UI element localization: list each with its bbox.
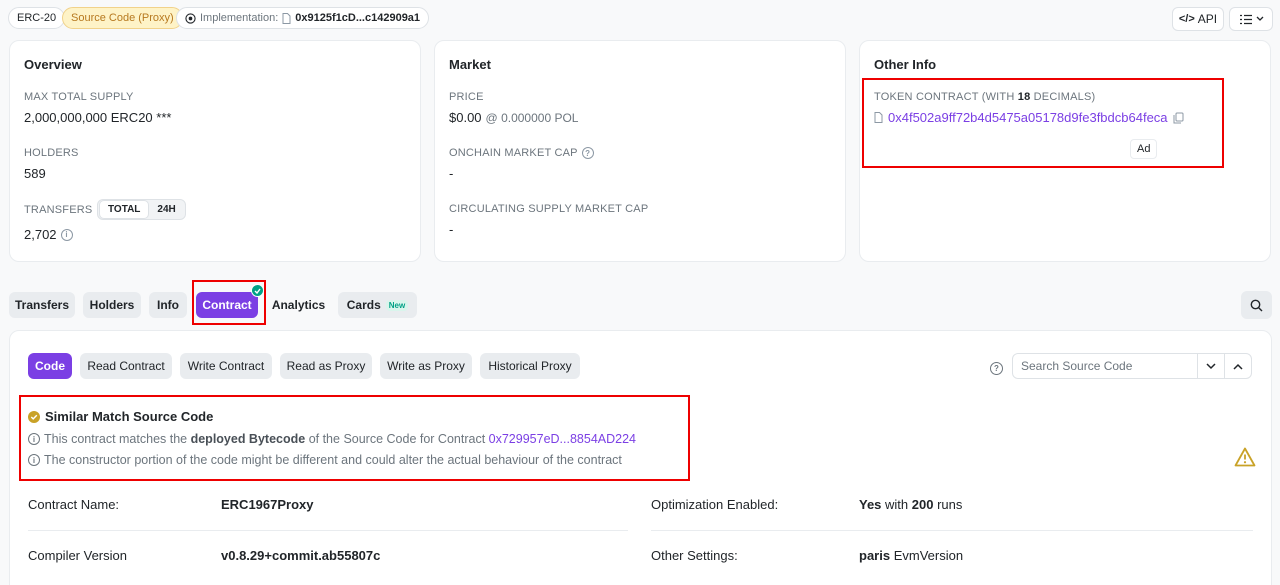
price-row: $0.00 @ 0.000000 POL xyxy=(449,110,578,125)
optimization-label: Optimization Enabled: xyxy=(651,497,779,512)
holders-label: HOLDERS xyxy=(24,147,79,159)
implementation-address[interactable]: 0x9125f1cD...c142909a1 xyxy=(295,12,420,24)
implementation-label: Implementation: xyxy=(200,12,279,24)
code-icon: </> xyxy=(1178,13,1195,25)
highlight-token-contract xyxy=(862,78,1224,168)
price-label: PRICE xyxy=(449,91,484,103)
tab-info[interactable]: Info xyxy=(149,292,187,318)
subtab-write-as-proxy[interactable]: Write as Proxy xyxy=(380,353,472,379)
search-prev-button[interactable] xyxy=(1224,353,1252,379)
other-info-title: Other Info xyxy=(874,57,937,72)
subtab-code[interactable]: Code xyxy=(28,353,72,379)
tab-transfers[interactable]: Transfers xyxy=(9,292,75,318)
row-divider xyxy=(28,530,628,531)
list-icon xyxy=(1239,14,1253,25)
search-source-placeholder: Search Source Code xyxy=(1021,359,1133,373)
subtab-read-contract-label: Read Contract xyxy=(87,359,165,373)
contract-name-label: Contract Name: xyxy=(28,497,120,512)
onchain-cap-label: ONCHAIN MARKET CAP xyxy=(449,147,578,159)
api-button[interactable]: </> API xyxy=(1172,7,1224,31)
contract-name-value: ERC1967Proxy xyxy=(221,497,314,512)
search-button[interactable] xyxy=(1241,291,1272,319)
price-value: $0.00 xyxy=(449,110,482,125)
circ-cap-value: - xyxy=(449,222,454,237)
transfers-toggle[interactable]: TOTAL 24H xyxy=(97,199,186,220)
compiler-value: v0.8.29+commit.ab55807c xyxy=(221,548,381,563)
subtab-historical-proxy-label: Historical Proxy xyxy=(488,359,572,373)
transfers-label: TRANSFERS xyxy=(24,204,93,216)
api-button-label: API xyxy=(1197,12,1218,26)
info-icon[interactable]: i xyxy=(60,228,73,241)
new-badge: New xyxy=(385,299,409,311)
list-menu-button[interactable] xyxy=(1229,7,1273,31)
subtab-write-as-proxy-label: Write as Proxy xyxy=(387,359,465,373)
search-source-input[interactable]: Search Source Code xyxy=(1012,353,1198,379)
tab-analytics[interactable]: Analytics xyxy=(267,292,330,318)
tab-holders-label: Holders xyxy=(89,298,135,312)
toggle-24h[interactable]: 24H xyxy=(149,201,183,218)
row-divider xyxy=(651,530,1253,531)
tab-info-label: Info xyxy=(157,298,179,312)
price-secondary: @ 0.000000 POL xyxy=(485,110,579,125)
subtab-read-contract[interactable]: Read Contract xyxy=(80,353,172,379)
help-icon[interactable]: ? xyxy=(990,359,1003,375)
other-settings-label: Other Settings: xyxy=(651,548,738,563)
subtab-read-as-proxy[interactable]: Read as Proxy xyxy=(280,353,372,379)
onchain-cap-label-row: ONCHAIN MARKET CAP ? xyxy=(449,147,594,159)
erc20-badge: ERC-20 xyxy=(8,7,66,29)
chevron-up-icon xyxy=(1233,363,1243,370)
tab-holders[interactable]: Holders xyxy=(83,292,141,318)
erc20-badge-label: ERC-20 xyxy=(17,12,57,24)
optimization-value: Yes with 200 runs xyxy=(859,497,963,512)
tab-analytics-label: Analytics xyxy=(271,298,326,312)
chevron-down-icon xyxy=(1206,362,1216,370)
subtab-write-contract-label: Write Contract xyxy=(187,359,265,373)
onchain-cap-value: - xyxy=(449,166,454,181)
compiler-label: Compiler Version xyxy=(28,548,127,563)
market-title: Market xyxy=(449,57,491,72)
holders-value[interactable]: 589 xyxy=(24,166,46,181)
target-icon xyxy=(185,12,196,24)
question-icon[interactable]: ? xyxy=(581,147,594,159)
max-supply-label: MAX TOTAL SUPPLY xyxy=(24,91,134,103)
subtab-historical-proxy[interactable]: Historical Proxy xyxy=(480,353,580,379)
tab-transfers-label: Transfers xyxy=(14,298,70,312)
overview-card: Overview MAX TOTAL SUPPLY 2,000,000,000 … xyxy=(9,40,421,262)
transfers-value: 2,702 xyxy=(24,227,57,242)
source-code-badge[interactable]: Source Code (Proxy) xyxy=(62,7,183,29)
circ-cap-label: CIRCULATING SUPPLY MARKET CAP xyxy=(449,203,649,215)
tab-cards[interactable]: Cards New xyxy=(338,292,417,318)
market-card: Market PRICE $0.00 @ 0.000000 POL ONCHAI… xyxy=(434,40,846,262)
highlight-contract-tab xyxy=(192,280,266,325)
subtab-read-as-proxy-label: Read as Proxy xyxy=(286,359,366,373)
highlight-similar-match xyxy=(19,395,690,481)
toggle-total[interactable]: TOTAL xyxy=(99,200,150,219)
warning-icon[interactable] xyxy=(1234,447,1256,467)
tab-cards-label: Cards xyxy=(346,298,381,312)
file-icon xyxy=(282,12,291,24)
chevron-down-icon xyxy=(1256,16,1264,22)
search-next-button[interactable] xyxy=(1197,353,1225,379)
subtab-code-label: Code xyxy=(35,359,65,373)
source-code-badge-label: Source Code (Proxy) xyxy=(71,12,174,24)
implementation-badge[interactable]: Implementation: 0x9125f1cD...c142909a1 xyxy=(176,7,430,29)
other-settings-value: paris EvmVersion xyxy=(859,548,964,563)
transfers-value-row: 2,702 i xyxy=(24,227,73,242)
overview-title: Overview xyxy=(24,57,82,72)
subtab-write-contract[interactable]: Write Contract xyxy=(180,353,272,379)
search-icon xyxy=(1250,299,1263,312)
max-supply-value: 2,000,000,000 ERC20 *** xyxy=(24,110,172,125)
